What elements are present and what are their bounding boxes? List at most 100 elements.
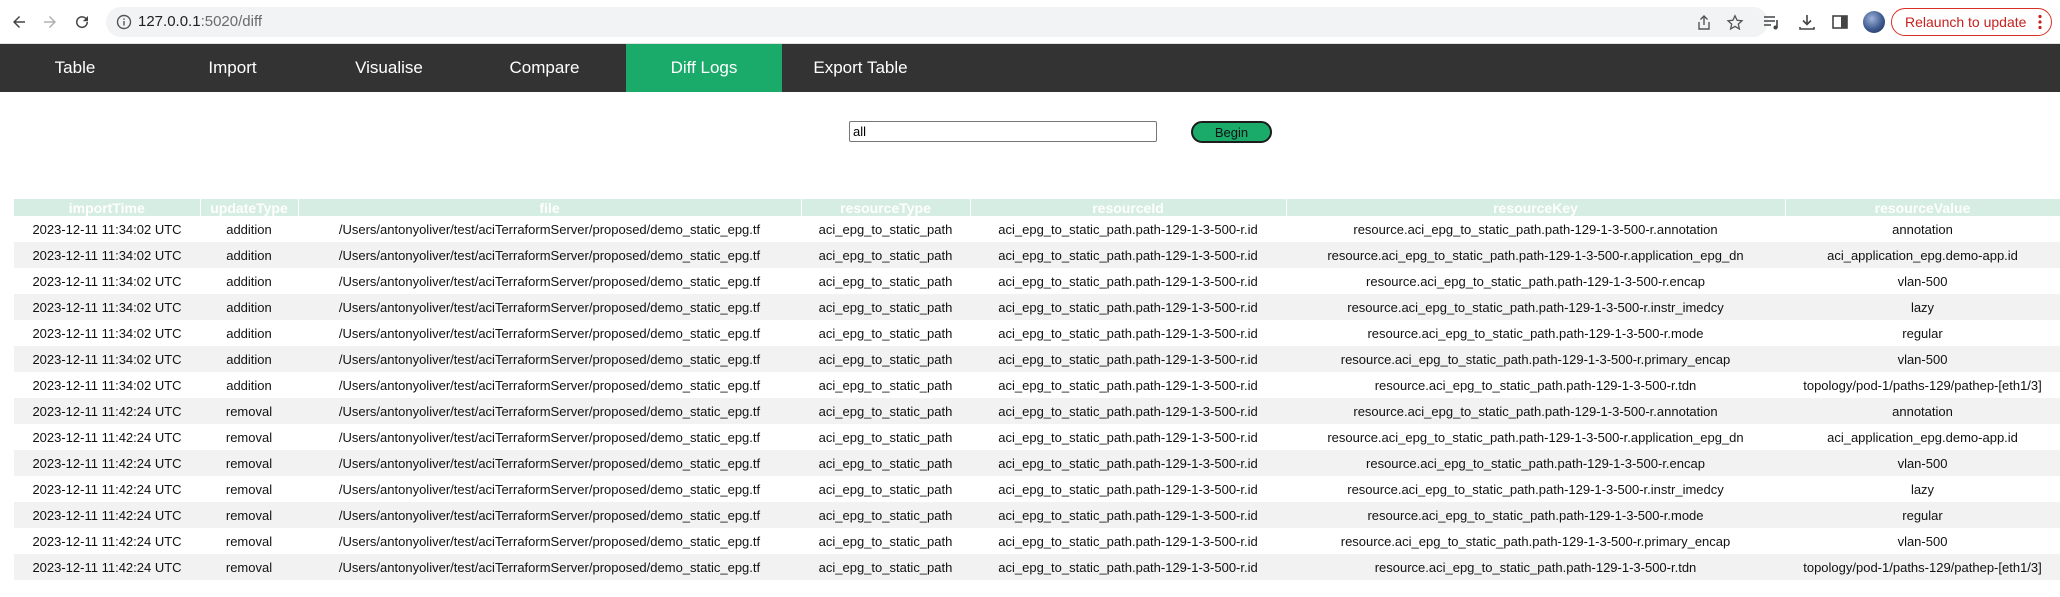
cell-resource-id: aci_epg_to_static_path.path-129-1-3-500-… <box>998 429 1258 445</box>
begin-button[interactable]: Begin <box>1191 121 1272 143</box>
cell-resource-id: aci_epg_to_static_path.path-129-1-3-500-… <box>998 533 1258 549</box>
cell-file: /Users/antonyoliver/test/aciTerraformSer… <box>298 346 801 372</box>
cell-resource-id: aci_epg_to_static_path.path-129-1-3-500-… <box>998 325 1258 341</box>
column-header-resourcevalue[interactable]: resourceValue <box>1785 199 2060 216</box>
cell-import-time: 2023-12-11 11:42:24 UTC <box>32 481 182 497</box>
cell-resource-value: vlan-500 <box>1897 273 1948 289</box>
info-icon[interactable] <box>116 14 132 30</box>
table-row: 2023-12-11 11:34:02 UTC addition/Users/an… <box>14 346 2060 372</box>
cell-file: /Users/antonyoliver/test/aciTerraformSer… <box>338 273 761 289</box>
table-body: 2023-12-11 11:34:02 UTC addition/Users/an… <box>14 216 2060 580</box>
column-header-importtime[interactable]: importTime <box>14 199 201 216</box>
cell-update-type: removal <box>200 502 298 528</box>
table-row: 2023-12-11 11:42:24 UTC removal/Users/ant… <box>14 450 2060 476</box>
cell-file: /Users/antonyoliver/test/aciTerraformSer… <box>338 481 761 497</box>
cell-update-type: removal <box>225 533 273 549</box>
tab-table[interactable]: Table <box>0 44 150 92</box>
cell-resource-value: lazy <box>1910 481 1935 497</box>
cell-file: /Users/antonyoliver/test/aciTerraformSer… <box>338 377 761 393</box>
tab-diff-logs[interactable]: Diff Logs <box>626 44 782 92</box>
filter-input[interactable] <box>849 121 1157 142</box>
cell-import-time: 2023-12-11 11:34:02 UTC <box>32 221 182 237</box>
cell-file: /Users/antonyoliver/test/aciTerraformSer… <box>298 554 801 580</box>
cell-resource-key: resource.aci_epg_to_static_path.path-129… <box>1366 273 1705 289</box>
diff-log-table: importTime updateType file resourceType … <box>14 199 2060 580</box>
cell-resource-id: aci_epg_to_static_path.path-129-1-3-500-… <box>970 450 1286 476</box>
cell-update-type: removal <box>225 429 273 445</box>
column-header-updatetype[interactable]: updateType <box>200 199 299 216</box>
table-row: 2023-12-11 11:34:02 UTC addition/Users/an… <box>14 242 2060 268</box>
cell-resource-value: aci_application_epg.demo-app.id <box>1827 429 2018 445</box>
cell-file: /Users/antonyoliver/test/aciTerraformSer… <box>298 450 801 476</box>
forward-icon[interactable] <box>37 9 63 35</box>
tab-visualise[interactable]: Visualise <box>315 44 463 92</box>
relaunch-label: Relaunch to update <box>1905 14 2027 30</box>
cell-resource-key: resource.aci_epg_to_static_path.path-129… <box>1286 346 1785 372</box>
reload-icon[interactable] <box>69 9 95 35</box>
cell-file: /Users/antonyoliver/test/aciTerraformSer… <box>338 429 761 445</box>
cell-resource-key: resource.aci_epg_to_static_path.path-129… <box>1340 533 1731 549</box>
cell-resource-id: aci_epg_to_static_path.path-129-1-3-500-… <box>970 242 1286 268</box>
table-row: 2023-12-11 11:42:24 UTC removal/Users/ant… <box>14 502 2060 528</box>
table-row: 2023-12-11 11:34:02 UTC addition/Users/an… <box>14 216 2060 242</box>
cell-resource-type: aci_epg_to_static_path <box>818 429 953 445</box>
cell-resource-type: aci_epg_to_static_path <box>801 554 970 580</box>
cell-resource-value: annotation <box>1892 221 1953 237</box>
cell-resource-id: aci_epg_to_static_path.path-129-1-3-500-… <box>998 481 1258 497</box>
cell-file: /Users/antonyoliver/test/aciTerraformSer… <box>338 325 761 341</box>
cell-update-type: addition <box>200 294 298 320</box>
cell-update-type: addition <box>226 221 272 237</box>
address-bar[interactable]: 127.0.0.1:5020/diff <box>106 7 1768 37</box>
tab-label: Import <box>208 58 257 77</box>
back-icon[interactable] <box>6 9 32 35</box>
cell-resource-value: topology/pod-1/paths-129/pathep-[eth1/3] <box>1785 554 2060 580</box>
cell-resource-type: aci_epg_to_static_path <box>801 450 970 476</box>
relaunch-button[interactable]: Relaunch to update <box>1891 8 2052 36</box>
cell-file: /Users/antonyoliver/test/aciTerraformSer… <box>338 533 761 549</box>
column-header-file[interactable]: file <box>298 199 802 216</box>
column-header-resourceid[interactable]: resourceId <box>970 199 1287 216</box>
cell-resource-key: resource.aci_epg_to_static_path.path-129… <box>1286 450 1785 476</box>
cell-file: /Users/antonyoliver/test/aciTerraformSer… <box>298 502 801 528</box>
column-header-resourcetype[interactable]: resourceType <box>801 199 971 216</box>
table-header-row: importTime updateType file resourceType … <box>14 199 2060 216</box>
cell-resource-value: regular <box>1902 325 1943 341</box>
cell-import-time: 2023-12-11 11:34:02 UTC <box>14 242 200 268</box>
tab-label: Compare <box>509 58 580 77</box>
cell-import-time: 2023-12-11 11:42:24 UTC <box>32 533 182 549</box>
cell-update-type: addition <box>226 377 272 393</box>
column-header-resourcekey[interactable]: resourceKey <box>1286 199 1786 216</box>
cell-import-time: 2023-12-11 11:34:02 UTC <box>32 325 182 341</box>
cell-file: /Users/antonyoliver/test/aciTerraformSer… <box>298 398 801 424</box>
cell-resource-type: aci_epg_to_static_path <box>818 221 953 237</box>
cell-resource-value: lazy <box>1785 294 2060 320</box>
table-row: 2023-12-11 11:42:24 UTC removal/Users/ant… <box>14 528 2060 554</box>
cell-update-type: addition <box>226 325 272 341</box>
cell-resource-value: aci_application_epg.demo-app.id <box>1785 242 2060 268</box>
cell-file: /Users/antonyoliver/test/aciTerraformSer… <box>298 294 801 320</box>
download-icon[interactable] <box>1797 12 1817 32</box>
tab-import[interactable]: Import <box>150 44 315 92</box>
tab-label: Visualise <box>355 58 423 77</box>
cell-resource-key: resource.aci_epg_to_static_path.path-129… <box>1286 554 1785 580</box>
cell-import-time: 2023-12-11 11:34:02 UTC <box>32 377 182 393</box>
cell-update-type: addition <box>226 273 272 289</box>
cell-resource-id: aci_epg_to_static_path.path-129-1-3-500-… <box>970 502 1286 528</box>
cell-update-type: removal <box>200 450 298 476</box>
side-panel-icon[interactable] <box>1830 12 1850 32</box>
share-icon[interactable] <box>1695 14 1713 32</box>
tab-compare[interactable]: Compare <box>463 44 626 92</box>
cell-resource-key: resource.aci_epg_to_static_path.path-129… <box>1286 294 1785 320</box>
tab-export-table[interactable]: Export Table <box>782 44 939 92</box>
star-icon[interactable] <box>1726 14 1744 32</box>
cell-update-type: addition <box>200 346 298 372</box>
media-queue-icon[interactable] <box>1762 12 1782 32</box>
cell-resource-type: aci_epg_to_static_path <box>801 346 970 372</box>
cell-import-time: 2023-12-11 11:42:24 UTC <box>14 502 200 528</box>
url-text: 127.0.0.1:5020/diff <box>138 13 263 30</box>
profile-avatar[interactable] <box>1863 11 1885 33</box>
cell-resource-value: vlan-500 <box>1897 533 1948 549</box>
cell-resource-type: aci_epg_to_static_path <box>818 533 953 549</box>
table-row: 2023-12-11 11:42:24 UTC removal/Users/ant… <box>14 424 2060 450</box>
cell-resource-value: vlan-500 <box>1785 346 2060 372</box>
